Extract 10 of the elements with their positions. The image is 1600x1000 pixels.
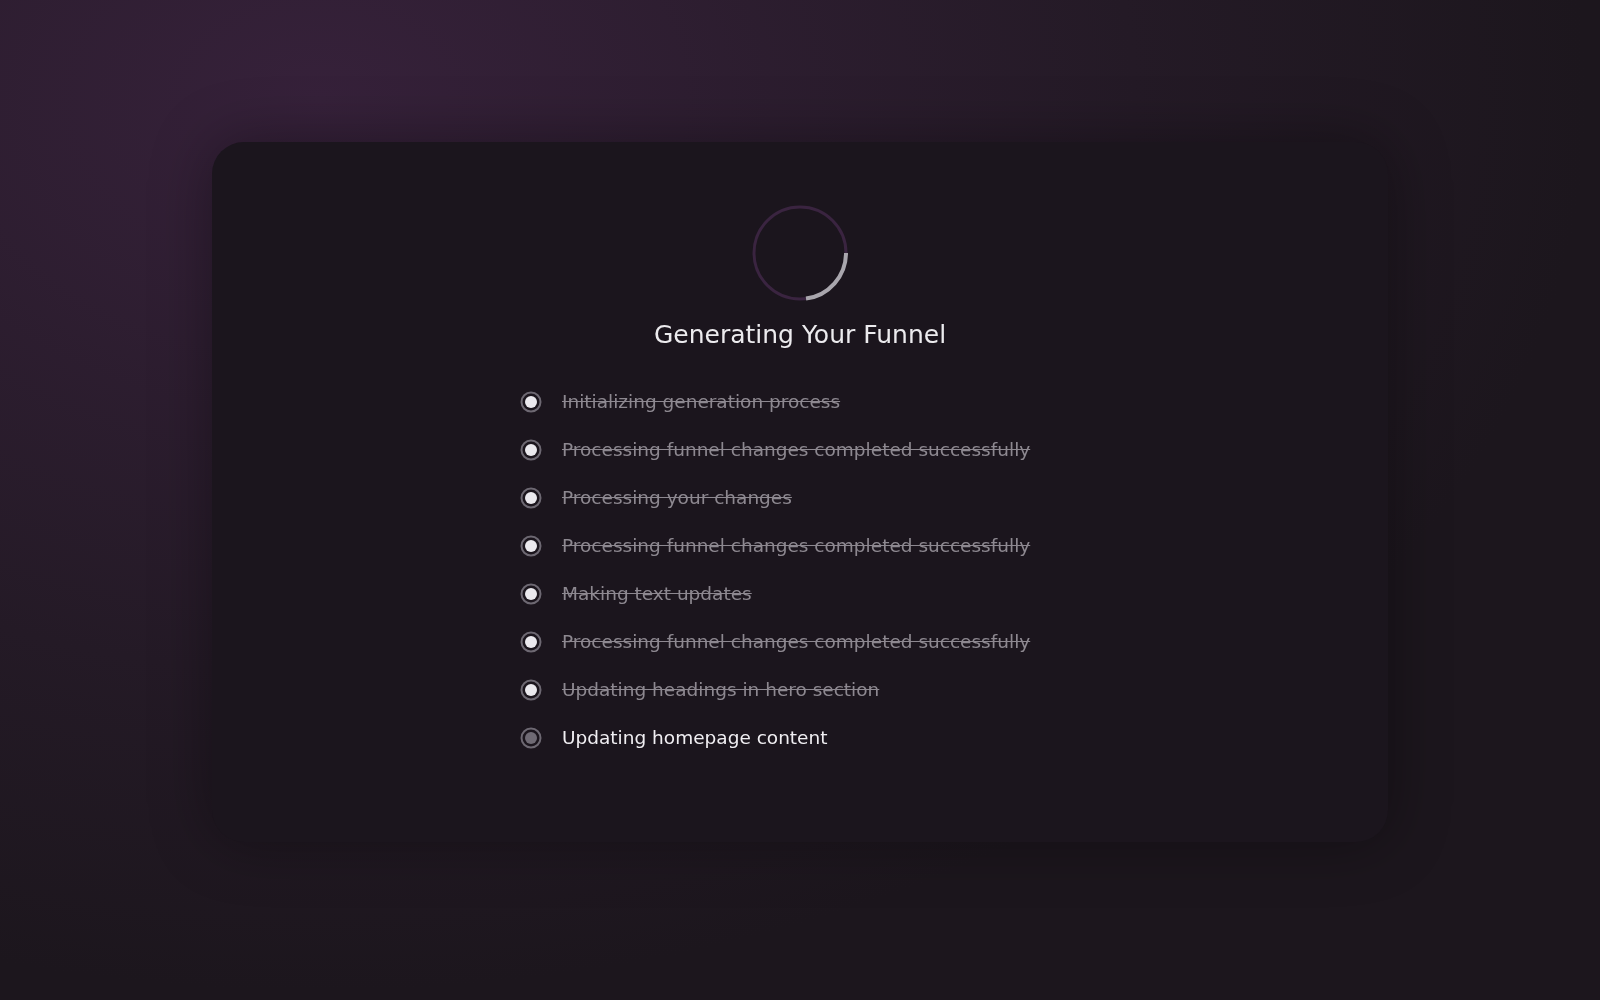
step-label: Updating homepage content: [562, 725, 828, 750]
step-label: Making text updates: [562, 581, 752, 606]
step-label: Processing funnel changes completed successfully: [562, 437, 1031, 462]
step-label: Processing funnel changes completed successfully: [562, 533, 1031, 558]
step-label: Updating headings in hero section: [562, 677, 880, 702]
loading-spinner-icon: [751, 204, 849, 302]
dialog-title: Generating Your Funnel: [653, 319, 947, 351]
step-label: Processing your changes: [562, 485, 792, 510]
step-label: Processing funnel changes completed successfully: [562, 629, 1031, 654]
step-label: Initializing generation process: [562, 389, 841, 414]
